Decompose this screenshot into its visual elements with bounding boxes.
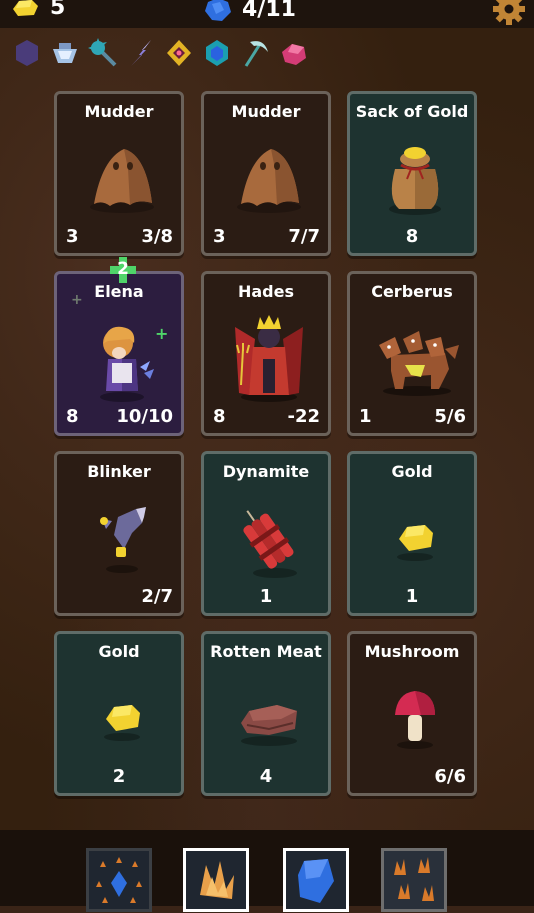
spiked-mace-icon[interactable] xyxy=(88,38,118,68)
card-value: 1 xyxy=(259,586,273,607)
card-name: Cerberus xyxy=(371,282,453,301)
card-health: 5/6 xyxy=(434,406,466,427)
card-name: Dynamite xyxy=(222,462,310,481)
card-name: Blinker xyxy=(87,462,151,481)
card-mushroom[interactable]: Mushroom 6/6 xyxy=(347,631,477,796)
moon-amulet-icon[interactable] xyxy=(12,38,42,68)
blue-shield-icon xyxy=(298,859,334,903)
gold-pendant-icon[interactable] xyxy=(164,38,194,68)
dynamite-icon xyxy=(243,510,297,578)
ability-slot-gem-rain[interactable] xyxy=(86,848,152,912)
gold-nugget-icon xyxy=(104,705,140,741)
pink-crystal-icon[interactable] xyxy=(278,38,308,68)
card-name: Rotten Meat xyxy=(210,642,322,661)
fire-claw-icon xyxy=(200,861,234,899)
gem-count: 4/11 xyxy=(242,0,296,22)
lightning-dagger-icon[interactable] xyxy=(126,38,156,68)
card-dynamite[interactable]: Dynamite 1 xyxy=(201,451,331,616)
card-attack: 1 xyxy=(359,406,372,427)
card-attack: 3 xyxy=(213,226,226,247)
card-health: 7/7 xyxy=(288,226,320,247)
sparkle-plus-icon: + xyxy=(71,292,83,308)
heal-amount: 2 xyxy=(117,259,129,279)
relic-bar xyxy=(12,38,308,68)
crystal-chalice-icon[interactable] xyxy=(50,38,80,68)
card-attack: 3 xyxy=(66,226,79,247)
card-name: Mudder xyxy=(231,102,301,121)
card-rotten-meat[interactable]: Rotten Meat 4 xyxy=(201,631,331,796)
cerberus-dog-icon xyxy=(379,331,459,396)
card-cerberus[interactable]: Cerberus 1 5/6 xyxy=(347,271,477,436)
card-name: Mushroom xyxy=(364,642,460,661)
flame-scatter-icon xyxy=(394,857,434,901)
scythe-icon[interactable] xyxy=(240,38,270,68)
blinker-creature-icon xyxy=(100,507,146,573)
gold-nugget-icon xyxy=(397,525,433,561)
ability-bar xyxy=(0,830,534,912)
settings-gear-icon[interactable] xyxy=(492,0,526,26)
heal-plus-icon: + xyxy=(155,324,169,343)
card-attack: 8 xyxy=(66,406,79,427)
top-bar: 5 4/11 xyxy=(0,0,534,28)
card-name: Gold xyxy=(391,462,433,481)
card-gold[interactable]: Gold 2 xyxy=(54,631,184,796)
mushroom-icon xyxy=(395,691,435,749)
gem-counter: 4/11 xyxy=(204,0,296,22)
card-mudder[interactable]: Mudder 3 3/8 xyxy=(54,91,184,256)
rotten-meat-icon xyxy=(241,705,297,746)
card-name: Mudder xyxy=(84,102,154,121)
blue-gem-icon xyxy=(205,0,231,21)
card-value: 2 xyxy=(112,766,126,787)
heal-popup: 2 xyxy=(110,257,136,283)
card-sack-of-gold[interactable]: Sack of Gold 8 xyxy=(347,91,477,256)
gold-sack-icon xyxy=(389,147,441,215)
card-hades[interactable]: Hades 8 -22 xyxy=(201,271,331,436)
card-elena[interactable]: Elena + + 8 10/10 xyxy=(54,271,184,436)
card-attack: 8 xyxy=(213,406,226,427)
card-value: 4 xyxy=(259,766,273,787)
card-value: 1 xyxy=(405,586,419,607)
mudder-creature-icon xyxy=(90,149,154,213)
card-name: Hades xyxy=(237,282,294,301)
card-health: -22 xyxy=(287,406,320,427)
gold-nugget-icon xyxy=(13,0,38,16)
ability-slot-blue-shield[interactable] xyxy=(283,848,349,912)
card-gold[interactable]: Gold 1 xyxy=(347,451,477,616)
card-value: 8 xyxy=(405,226,419,247)
ability-slot-fire-claw[interactable] xyxy=(183,848,249,912)
card-health: 6/6 xyxy=(434,766,466,787)
mudder-creature-icon xyxy=(237,149,301,213)
gold-counter: 5 xyxy=(10,0,66,20)
card-name: Sack of Gold xyxy=(355,102,469,121)
hades-boss-icon xyxy=(235,315,303,402)
card-health: 2/7 xyxy=(141,586,173,607)
gem-rain-icon xyxy=(96,857,142,903)
card-name: Gold xyxy=(98,642,140,661)
gold-count: 5 xyxy=(50,0,66,20)
blue-gem-amulet-icon[interactable] xyxy=(202,38,232,68)
card-mudder[interactable]: Mudder 3 7/7 xyxy=(201,91,331,256)
ability-slot-flame-scatter[interactable] xyxy=(381,848,447,912)
card-blinker[interactable]: Blinker 2/7 xyxy=(54,451,184,616)
card-health: 3/8 xyxy=(141,226,173,247)
card-health: 10/10 xyxy=(116,406,173,427)
